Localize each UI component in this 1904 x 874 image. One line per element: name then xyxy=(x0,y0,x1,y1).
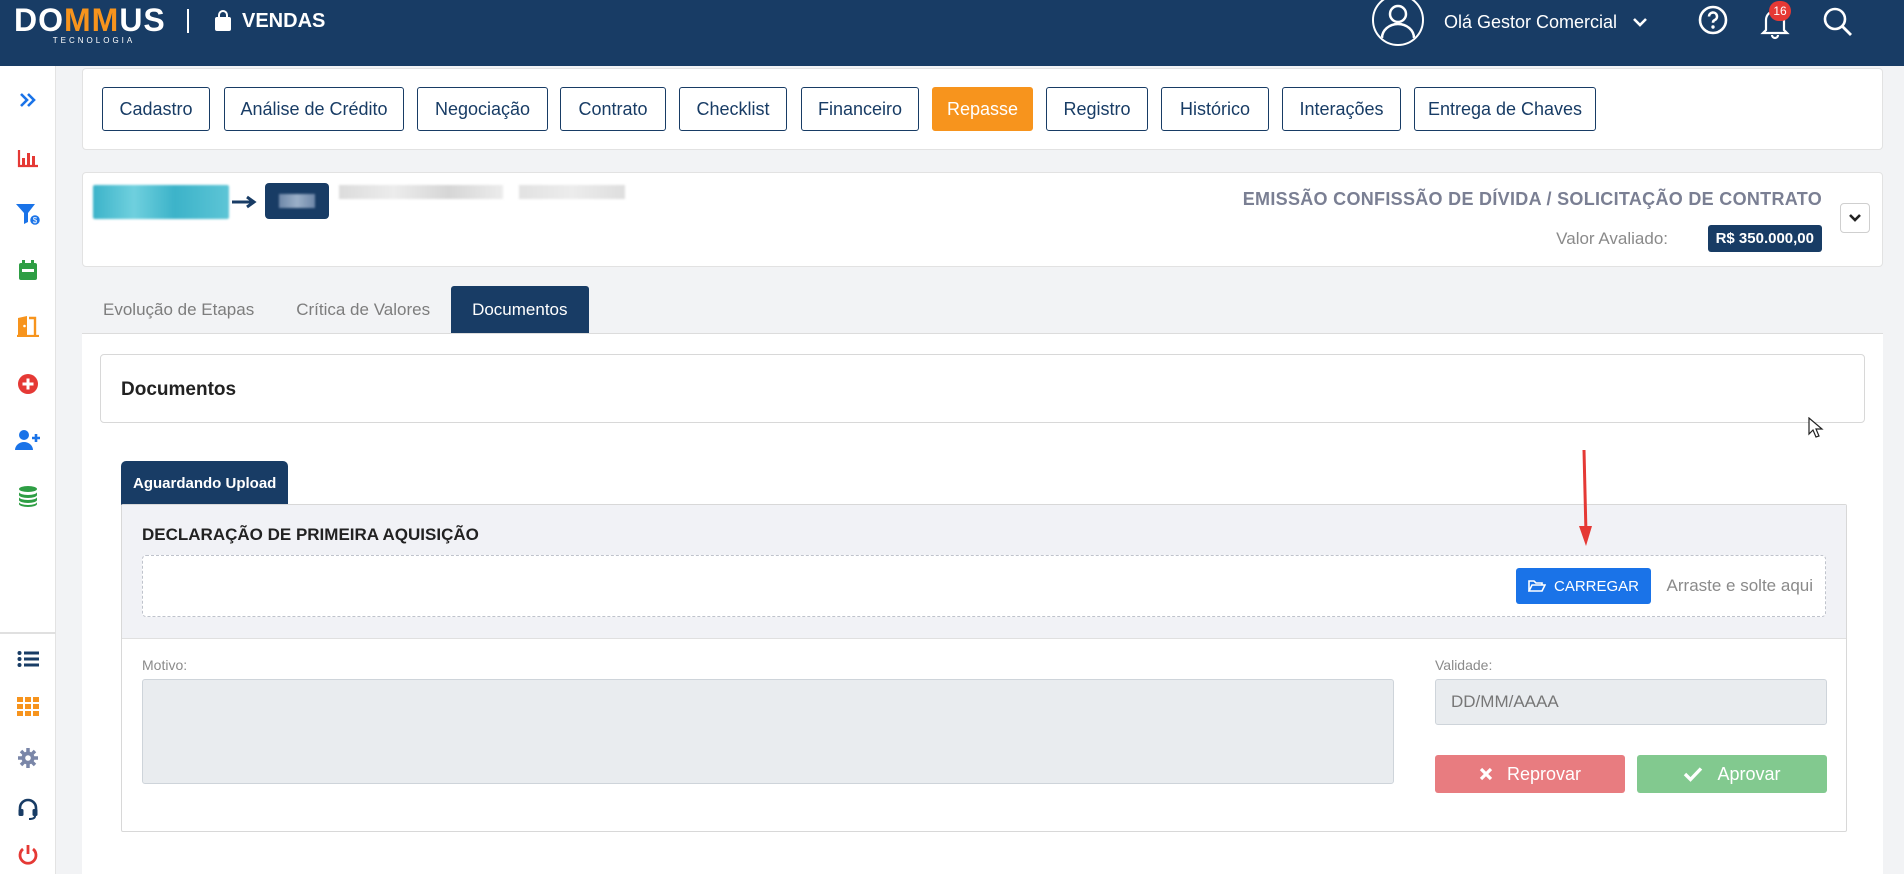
stage-contrato[interactable]: Contrato xyxy=(560,87,666,131)
dommus-logo[interactable]: DOMMUS TECNOLOGIA xyxy=(14,0,174,45)
sidebar-item-apps[interactable] xyxy=(13,692,43,722)
sidebar-item-logout[interactable] xyxy=(13,840,43,870)
redacted-text xyxy=(339,185,503,199)
double-chevron-right-icon xyxy=(20,93,36,107)
aprovar-button[interactable]: Aprovar xyxy=(1637,755,1827,793)
power-icon xyxy=(18,845,38,865)
folder-open-icon xyxy=(1527,580,1546,592)
reprovar-label: Reprovar xyxy=(1506,763,1582,784)
drop-hint: Arraste e solte aqui xyxy=(1666,576,1813,595)
module-label: VENDAS xyxy=(242,9,326,32)
door-icon xyxy=(17,316,39,337)
upload-button-label: CARREGAR xyxy=(1553,577,1639,595)
tab-documentos[interactable]: Documentos xyxy=(451,286,589,333)
list-icon xyxy=(17,651,39,667)
sidebar-item-list[interactable] xyxy=(13,644,43,674)
tab-critica-valores[interactable]: Crítica de Valores xyxy=(275,286,451,333)
svg-text:$: $ xyxy=(33,216,38,225)
documents-title: Documentos xyxy=(121,379,237,400)
status-tab-aguardando-upload[interactable]: Aguardando Upload xyxy=(121,461,289,505)
stage-checklist[interactable]: Checklist xyxy=(679,87,787,131)
bar-chart-icon xyxy=(17,150,38,168)
user-greeting: Olá Gestor Comercial xyxy=(1444,11,1618,32)
upload-dropzone[interactable]: CARREGAR Arraste e solte aqui xyxy=(142,555,1826,617)
stage-negociacao[interactable]: Negociação xyxy=(417,87,548,131)
tab-evolucao-etapas[interactable]: Evolução de Etapas xyxy=(82,286,275,333)
sidebar-item-add[interactable] xyxy=(13,369,43,399)
expand-button[interactable] xyxy=(1840,203,1870,233)
reprovar-button[interactable]: Reprovar xyxy=(1435,755,1625,793)
motivo-textarea[interactable] xyxy=(142,679,1394,784)
stage-navigation: Cadastro Análise de Crédito Negociação C… xyxy=(82,68,1883,150)
notification-badge: 16 xyxy=(1769,1,1791,21)
process-stage-title: EMISSÃO CONFISSÃO DE DÍVIDA / SOLICITAÇÃ… xyxy=(1242,189,1822,209)
sidebar-item-calendar[interactable] xyxy=(13,255,43,285)
filter-money-icon: $ xyxy=(16,204,41,226)
search-icon[interactable] xyxy=(1822,6,1854,38)
sidebar-expand[interactable] xyxy=(13,85,43,115)
mouse-cursor-icon xyxy=(1808,417,1824,438)
sidebar-item-reports[interactable] xyxy=(13,143,43,173)
valor-avaliado-badge: R$ 350.000,00 xyxy=(1707,225,1822,252)
stage-interacoes[interactable]: Interações xyxy=(1282,87,1401,131)
stage-repasse[interactable]: Repasse xyxy=(932,87,1033,131)
sidebar-item-funnel[interactable]: $ xyxy=(13,199,43,229)
user-plus-icon xyxy=(15,430,40,450)
user-menu[interactable]: Olá Gestor Comercial xyxy=(1372,0,1649,46)
avatar xyxy=(1372,0,1424,46)
document-card: DECLARAÇÃO DE PRIMEIRA AQUISIÇÃO CARREGA… xyxy=(121,504,1847,832)
arrow-right-icon xyxy=(232,195,257,209)
stage-entrega-chaves[interactable]: Entrega de Chaves xyxy=(1414,87,1596,131)
documents-header: Documentos xyxy=(100,354,1865,423)
document-name: DECLARAÇÃO DE PRIMEIRA AQUISIÇÃO xyxy=(142,525,479,544)
valor-avaliado-label: Valor Avaliado: xyxy=(1556,229,1668,248)
chevron-down-icon xyxy=(1849,214,1861,222)
stage-financeiro[interactable]: Financeiro xyxy=(801,87,919,131)
sidebar: $ xyxy=(0,66,56,874)
check-icon xyxy=(1684,767,1703,782)
top-bar: DOMMUS TECNOLOGIA VENDAS Olá Gestor Come… xyxy=(0,0,1904,66)
redacted-text xyxy=(519,185,625,199)
calendar-icon xyxy=(19,260,37,280)
coins-icon xyxy=(19,486,37,507)
help-icon[interactable] xyxy=(1697,4,1729,36)
aprovar-label: Aprovar xyxy=(1717,763,1781,784)
redacted-unit-badge[interactable] xyxy=(265,183,329,219)
shopping-bag-icon xyxy=(215,10,231,31)
validade-label: Validade: xyxy=(1435,657,1493,673)
headset-icon xyxy=(18,798,38,820)
annotation-arrow-icon xyxy=(1579,450,1592,546)
gear-icon xyxy=(18,748,38,768)
user-icon xyxy=(1380,4,1416,39)
redacted-client[interactable] xyxy=(93,185,229,219)
sidebar-item-support[interactable] xyxy=(13,794,43,824)
grid-icon xyxy=(17,697,39,716)
close-icon xyxy=(1479,767,1493,781)
scrollbar[interactable] xyxy=(1890,66,1904,874)
sidebar-item-add-user[interactable] xyxy=(13,425,43,455)
stage-analise-credito[interactable]: Análise de Crédito xyxy=(224,87,404,131)
validade-input[interactable]: DD/MM/AAAA xyxy=(1435,679,1827,725)
upload-button[interactable]: CARREGAR xyxy=(1515,568,1651,604)
stage-cadastro[interactable]: Cadastro xyxy=(102,87,210,131)
logo-text: DOMMUS xyxy=(14,2,166,38)
module-title: VENDAS xyxy=(214,8,325,34)
sidebar-item-units[interactable] xyxy=(13,311,43,341)
sub-tabs: Evolução de Etapas Crítica de Valores Do… xyxy=(82,286,589,333)
stage-historico[interactable]: Histórico xyxy=(1161,87,1269,131)
motivo-label: Motivo: xyxy=(142,657,188,673)
stage-registro[interactable]: Registro xyxy=(1046,87,1148,131)
documents-panel: Documentos Aguardando Upload DECLARAÇÃO … xyxy=(82,334,1883,874)
process-header: EMISSÃO CONFISSÃO DE DÍVIDA / SOLICITAÇÃ… xyxy=(82,172,1883,267)
chevron-down-icon xyxy=(1633,18,1647,27)
topbar-divider xyxy=(187,9,189,33)
sidebar-divider xyxy=(0,632,56,634)
sidebar-item-settings[interactable] xyxy=(13,743,43,773)
sidebar-item-finance[interactable] xyxy=(13,481,43,511)
plus-circle-icon xyxy=(18,374,38,394)
